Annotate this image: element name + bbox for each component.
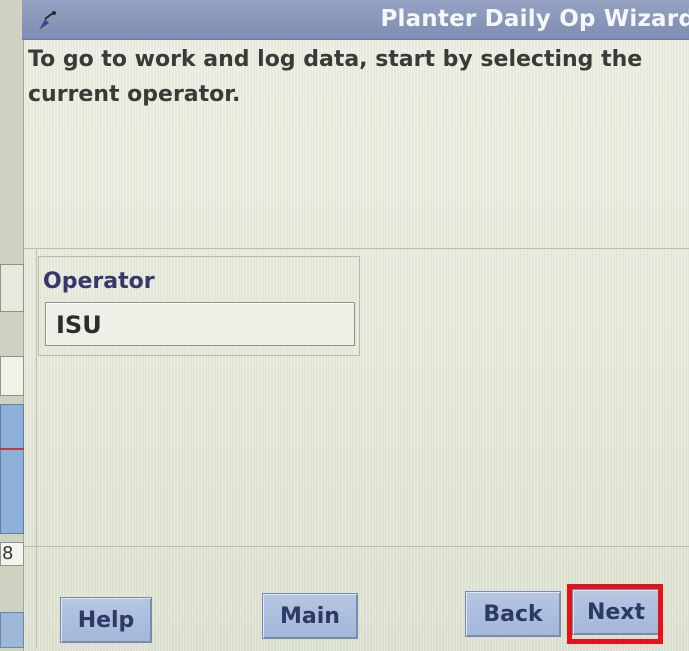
operator-label: Operator: [43, 269, 155, 294]
divider-left: [36, 248, 37, 648]
help-button[interactable]: Help: [60, 597, 152, 643]
planter-icon: [36, 10, 60, 34]
window-title: Planter Daily Op Wizard: [380, 6, 689, 32]
left-panel-partial: 8: [0, 0, 24, 651]
back-button[interactable]: Back: [465, 591, 561, 637]
divider-top: [24, 248, 689, 249]
divider-bottom: [24, 546, 689, 547]
left-panel-number: 8: [2, 543, 14, 564]
main-button[interactable]: Main: [262, 593, 358, 639]
operator-value: ISU: [56, 311, 102, 339]
title-bar: Planter Daily Op Wizard: [22, 0, 689, 40]
operator-group: Operator ISU: [38, 256, 360, 356]
next-button-highlight: [567, 584, 663, 644]
left-panel-button[interactable]: [0, 264, 24, 312]
instruction-text: To go to work and log data, start by sel…: [28, 47, 643, 107]
operator-select[interactable]: ISU: [45, 302, 355, 346]
left-panel-gauge: [0, 404, 24, 534]
left-panel-field[interactable]: [0, 356, 24, 396]
left-panel-button-bottom[interactable]: [0, 612, 24, 648]
wizard-content: To go to work and log data, start by sel…: [24, 40, 689, 651]
screen: 8 Planter Daily Op Wizard To go to work …: [0, 0, 689, 651]
left-panel-gauge-marker: [0, 448, 24, 450]
